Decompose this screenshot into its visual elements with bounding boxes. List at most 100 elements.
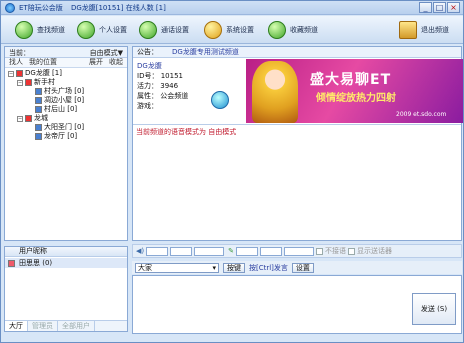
minimize-button[interactable]: _ xyxy=(419,2,432,13)
mode-bar: 当前： 自由模式▼ xyxy=(5,47,127,58)
tree-node-label: 龙城 xyxy=(34,114,48,122)
room-icon xyxy=(35,106,42,113)
banner-subtitle: 倾情绽放热力四射 xyxy=(316,93,396,104)
attr-value: 公会频道 xyxy=(160,92,189,100)
collapse-toggle-icon[interactable]: − xyxy=(17,79,23,86)
app-logo-icon xyxy=(5,3,15,13)
tree-node[interactable]: 村头广场 [0] xyxy=(8,87,124,96)
exit-door-icon xyxy=(399,21,417,39)
tab-find[interactable]: 找人 xyxy=(9,58,23,67)
tree-node[interactable]: 村后山 [0] xyxy=(8,105,124,114)
id-label: ID号： xyxy=(137,72,159,80)
microphone-icon[interactable] xyxy=(211,91,229,109)
chat-log[interactable]: 当前频道的语音模式为 自由模式 xyxy=(133,124,461,240)
personal-settings-label: 个人设置 xyxy=(99,26,127,34)
user-name: 田思思 (0) xyxy=(19,259,53,267)
collapse-toggle-icon[interactable]: − xyxy=(8,70,14,77)
channel-info-card: DG龙腹 ID号： 10151 活力： 3946 属性： 公会频道 游戏： xyxy=(133,59,245,123)
find-channel-button[interactable]: 查找频道 xyxy=(15,20,65,40)
tree-node-label: 村后山 [0] xyxy=(44,105,78,113)
maximize-button[interactable]: □ xyxy=(433,2,446,13)
tree-node[interactable]: 龙帝厅 [0] xyxy=(8,132,124,141)
exit-channel-button[interactable]: 退出频道 xyxy=(399,20,449,40)
room-icon xyxy=(35,88,42,95)
banner-character-image xyxy=(252,61,298,123)
person-icon xyxy=(77,21,95,39)
personal-settings-button[interactable]: 个人设置 xyxy=(77,20,127,40)
channel-name: DG龙腹 xyxy=(137,62,162,70)
tree-node-label: 村头广场 [0] xyxy=(44,87,85,95)
mic-level-meter xyxy=(284,246,314,256)
user-list-header: 用户昵称 xyxy=(5,247,127,257)
tree-node[interactable]: 凋边小屋 [0] xyxy=(8,96,124,105)
tab-my-position[interactable]: 我的位置 xyxy=(29,58,57,67)
chat-message: 当前频道的语音模式为 自由模式 xyxy=(136,128,237,136)
channel-activity-row: 活力： 3946 xyxy=(137,81,241,91)
tree-node[interactable]: − 新手村 xyxy=(8,78,124,87)
call-settings-button[interactable]: 通话设置 xyxy=(139,20,189,40)
mic-volume-slider[interactable] xyxy=(236,246,258,256)
tab-hall[interactable]: 大厅 xyxy=(5,321,28,331)
chevron-down-icon: ▾ xyxy=(212,263,216,272)
main-window: ET陪玩公会版 DG龙腹[10151] 在线人数 [1] _ □ × 查找频道 … xyxy=(0,0,464,343)
recipient-value: 大家 xyxy=(138,263,152,272)
system-settings-button[interactable]: 系统设置 xyxy=(204,20,254,40)
favorite-channel-label: 收藏频道 xyxy=(290,26,318,34)
mode-dropdown[interactable]: 自由模式▼ xyxy=(90,48,123,57)
tree-node[interactable]: − 龙城 xyxy=(8,114,124,123)
find-channel-label: 查找频道 xyxy=(37,26,65,34)
settings-button[interactable]: 设置 xyxy=(291,262,314,273)
key-button[interactable]: 按键 xyxy=(223,262,245,273)
user-tabs: 大厅 管理员 全部用户 xyxy=(5,320,127,331)
show-mic-checkbox[interactable] xyxy=(348,247,355,255)
send-button[interactable]: 发送 (S) xyxy=(412,293,456,325)
expand-button[interactable]: 展开 xyxy=(89,58,103,67)
toolbar: 查找频道 个人设置 通话设置 系统设置 收藏频道 退出频道 xyxy=(1,16,463,44)
recipient-select[interactable]: 大家 ▾ xyxy=(135,262,219,273)
favorite-icon xyxy=(268,21,286,39)
speaker-volume-field[interactable] xyxy=(170,246,193,256)
user-list-panel: 用户昵称 田思思 (0) 大厅 管理员 全部用户 xyxy=(4,246,128,332)
speaker-volume-slider[interactable] xyxy=(146,246,169,256)
mute-checkbox[interactable] xyxy=(316,247,323,255)
banner-title: 盛大易聊ET xyxy=(310,72,392,88)
tree-node[interactable]: 大阳圣门 [0] xyxy=(8,123,124,132)
mic-icon[interactable]: ✎ xyxy=(228,247,234,255)
collapse-toggle-icon[interactable]: − xyxy=(17,115,23,122)
ad-banner[interactable]: 盛大易聊ET 倾情绽放热力四射 2009 et.sdo.com xyxy=(246,59,463,123)
room-icon xyxy=(35,124,42,131)
message-input[interactable]: 发送 (S) xyxy=(132,275,462,334)
gear-icon xyxy=(204,21,222,39)
current-label: 当前： xyxy=(9,49,30,57)
tab-admins[interactable]: 管理员 xyxy=(28,321,58,331)
favorite-channel-button[interactable]: 收藏频道 xyxy=(268,20,318,40)
collapse-button[interactable]: 收起 xyxy=(109,58,123,67)
tree-node-label: DG龙腹 [1] xyxy=(25,69,62,77)
message-options-bar: 大家 ▾ 按键 按[Ctrl]发言 设置 xyxy=(132,261,462,274)
speaker-level-meter xyxy=(194,246,225,256)
title-bar[interactable]: ET陪玩公会版 DG龙腹[10151] 在线人数 [1] _ □ × xyxy=(1,1,463,15)
find-channel-icon xyxy=(15,21,33,39)
mute-label: 不接语 xyxy=(325,247,346,255)
activity-label: 活力： xyxy=(137,82,158,90)
user-row[interactable]: 田思思 (0) xyxy=(5,258,127,268)
announcement-label: 公告： xyxy=(137,48,158,56)
tab-all-users[interactable]: 全部用户 xyxy=(58,321,95,331)
mic-volume-field[interactable] xyxy=(260,246,282,256)
close-button[interactable]: × xyxy=(447,2,460,13)
announcement-bar: 公告： DG龙腹专用测试频道 xyxy=(133,47,461,58)
user-avatar-icon xyxy=(8,259,15,267)
announcement-text: DG龙腹专用测试频道 xyxy=(172,48,239,56)
attr-label: 属性： xyxy=(137,92,158,100)
channel-tabs: 找人 我的位置 展开 收起 xyxy=(5,58,127,68)
channel-icon xyxy=(25,79,32,86)
channel-icon xyxy=(25,115,32,122)
speaker-icon[interactable]: ◀) xyxy=(136,247,144,255)
tree-node[interactable]: − DG龙腹 [1] xyxy=(8,69,124,78)
channel-info: DG龙腹[10151] 在线人数 [1] xyxy=(70,4,166,12)
phone-icon xyxy=(139,21,157,39)
tree-node-label: 新手村 xyxy=(34,78,55,86)
banner-url: 2009 et.sdo.com xyxy=(396,111,447,118)
window-title: ET陪玩公会版 DG龙腹[10151] 在线人数 [1] xyxy=(19,3,172,13)
channel-panel: 当前： 自由模式▼ 找人 我的位置 展开 收起 − DG龙腹 [1] − 新手村 村… xyxy=(4,46,128,241)
